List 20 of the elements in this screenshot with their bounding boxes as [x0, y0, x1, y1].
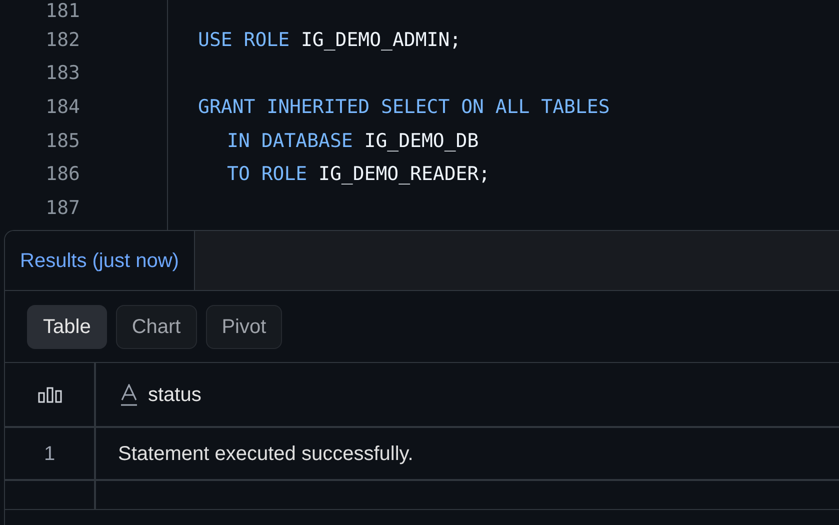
results-tab[interactable]: Results (just now)	[5, 231, 195, 290]
line-number: 187	[44, 196, 80, 222]
line-number: 181	[44, 0, 80, 24]
view-toggle[interactable]: Table	[27, 304, 107, 348]
line-number: 182	[44, 28, 80, 53]
code-line: TO ROLE IG_DEMO_READER;	[226, 162, 490, 188]
code-line: GRANT INHERITED SELECT ON ALL TABLES	[198, 94, 610, 120]
line-number: 184	[44, 94, 80, 120]
columns-icon	[38, 386, 62, 402]
view-toggle[interactable]: Chart	[116, 304, 197, 348]
code-line: IN DATABASE IG_DEMO_DB	[226, 128, 479, 154]
line-number: 186	[44, 162, 80, 188]
column-header[interactable]: status	[148, 380, 202, 410]
row-number: 1	[44, 442, 56, 466]
line-number: 185	[44, 128, 80, 154]
table-cell-text: Statement executed successfully.	[117, 442, 414, 466]
view-toggle[interactable]: Pivot	[206, 304, 282, 348]
code-line: USE ROLE IG_DEMO_ADMIN;	[198, 28, 462, 53]
line-number: 183	[44, 61, 80, 86]
text-type-icon	[120, 384, 138, 406]
